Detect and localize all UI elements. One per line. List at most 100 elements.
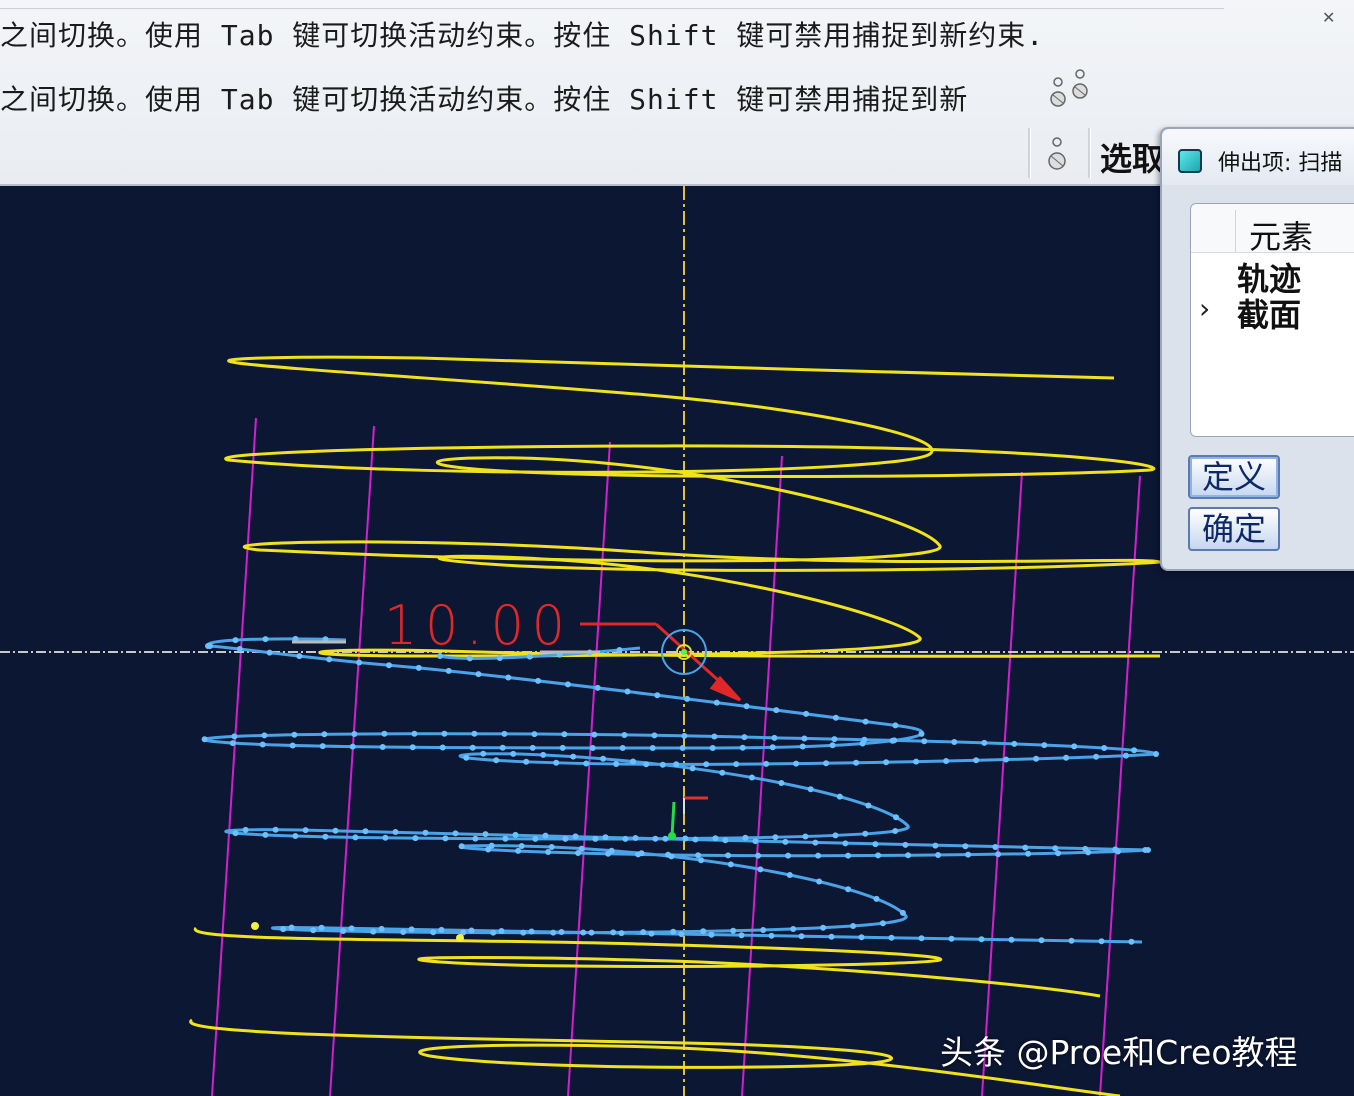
coordinate-system-icon — [668, 796, 708, 840]
message-filter-icon[interactable] — [1044, 134, 1070, 174]
message-area-divider — [0, 8, 1224, 9]
section-point — [502, 835, 509, 842]
section-point — [681, 732, 688, 739]
section-point — [861, 736, 868, 743]
section-point — [652, 835, 659, 842]
section-curve-points — [201, 635, 1159, 945]
section-point — [468, 927, 475, 934]
section-point — [1145, 847, 1151, 853]
section-point — [475, 671, 482, 678]
section-point — [820, 924, 827, 931]
section-curve — [202, 637, 1158, 944]
section-point — [673, 761, 680, 768]
section-point — [722, 837, 729, 844]
section-point — [498, 928, 505, 934]
section-point — [951, 739, 958, 745]
section-point — [816, 878, 823, 885]
section-point — [698, 857, 705, 864]
dimension-value[interactable]: 10.00 — [384, 595, 573, 658]
section-point — [382, 834, 389, 841]
section-point — [1055, 850, 1062, 857]
section-point — [438, 926, 445, 933]
section-point — [523, 758, 530, 765]
section-point — [932, 842, 939, 849]
section-point — [689, 765, 696, 772]
section-point — [828, 933, 835, 940]
section-point — [668, 853, 675, 860]
section-point — [296, 653, 303, 660]
sketch-point — [456, 934, 464, 942]
section-point — [709, 745, 716, 751]
section-point — [616, 647, 623, 653]
section-point — [458, 843, 465, 850]
section-point — [591, 731, 598, 738]
section-point — [1022, 844, 1029, 851]
section-point — [1008, 936, 1015, 943]
section-point — [741, 734, 748, 741]
section-point — [1123, 752, 1129, 759]
graphics-viewport[interactable]: 10.00 头条 @Proe和Creo教程 — [0, 186, 1354, 1096]
section-point — [782, 838, 789, 845]
section-point — [836, 793, 843, 800]
section-point — [378, 925, 385, 932]
section-point — [651, 732, 658, 739]
close-icon[interactable]: ✕ — [1322, 8, 1335, 27]
section-point — [678, 931, 685, 938]
section-point — [883, 759, 890, 766]
section-point — [772, 834, 779, 841]
section-point — [748, 774, 755, 781]
section-point — [858, 934, 865, 941]
section-point — [280, 926, 287, 933]
list-item-section[interactable]: 截面 — [1237, 290, 1301, 336]
section-point — [659, 761, 666, 768]
dialog-titlebar[interactable]: 伸出项: 扫描 — [1162, 129, 1354, 185]
section-point — [1131, 747, 1138, 754]
toolbar-separator — [1088, 128, 1091, 178]
section-point — [381, 730, 388, 737]
section-point — [1093, 753, 1100, 760]
section-point — [318, 924, 325, 931]
section-point — [482, 831, 489, 838]
section-point — [561, 731, 568, 738]
list-header-label: 元素 — [1249, 218, 1314, 256]
element-list: 元素 › 轨迹 截面 — [1190, 203, 1354, 437]
section-point — [921, 738, 928, 745]
section-point — [733, 761, 740, 768]
guide-line — [1099, 475, 1141, 1096]
section-point — [490, 929, 497, 936]
section-point — [965, 851, 972, 858]
section-point — [292, 833, 299, 839]
ok-button[interactable]: 确定 — [1188, 507, 1280, 551]
section-point — [499, 744, 506, 751]
message-line-1: 之间切换。使用 Tab 键可切换活动约束。按住 Shift 键可禁用捕捉到新约束… — [0, 19, 1045, 52]
section-point — [310, 927, 317, 934]
section-point — [242, 826, 249, 833]
section-point — [973, 757, 980, 764]
section-point — [578, 845, 585, 852]
section-point — [471, 730, 478, 737]
section-point — [610, 929, 617, 936]
section-point — [742, 834, 749, 841]
section-point — [321, 731, 328, 738]
define-button[interactable]: 定义 — [1188, 455, 1280, 499]
model-scene[interactable] — [0, 186, 1354, 1096]
section-point — [948, 935, 955, 942]
section-point — [842, 840, 849, 847]
section-point — [1128, 938, 1135, 945]
section-point — [618, 930, 625, 937]
section-point — [684, 695, 691, 702]
select-filter-label[interactable]: 选取 — [1100, 134, 1164, 180]
section-point — [351, 731, 358, 737]
section-point — [589, 745, 596, 751]
helix-sweep — [189, 355, 1161, 1096]
section-point — [832, 714, 839, 721]
section-point — [592, 835, 599, 842]
section-point — [545, 849, 552, 855]
section-point — [712, 835, 719, 842]
clear-message-icon[interactable] — [1046, 66, 1094, 112]
sweep-feature-dialog: 伸出项: 扫描 元素 › 轨迹 截面 定义 确定 — [1160, 127, 1354, 571]
section-point — [832, 832, 839, 839]
section-point — [801, 735, 808, 742]
section-point — [670, 928, 677, 935]
section-point — [570, 753, 577, 760]
